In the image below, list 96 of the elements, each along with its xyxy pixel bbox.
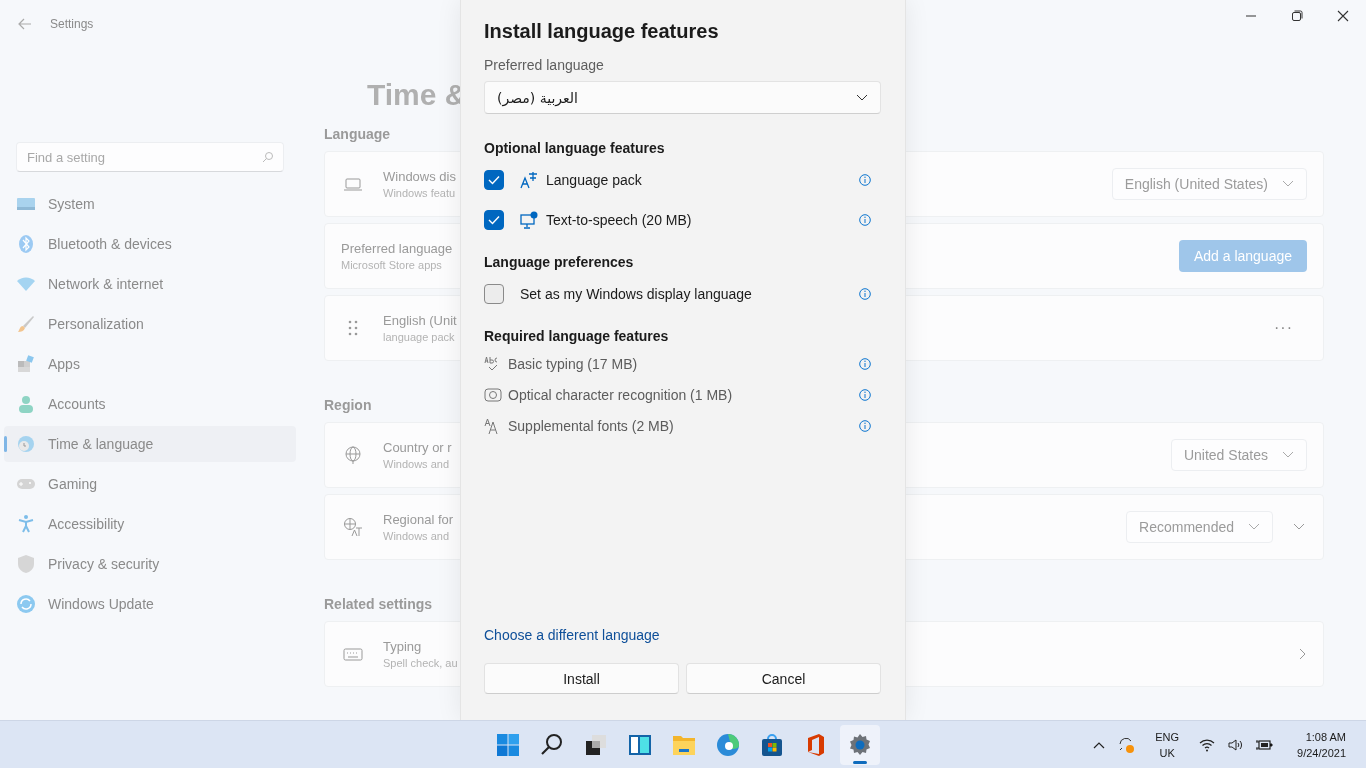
clock-globe-icon xyxy=(16,434,36,454)
info-icon[interactable] xyxy=(859,174,871,186)
apps-icon xyxy=(16,354,36,374)
sidebar-item[interactable]: Accounts xyxy=(4,386,296,422)
setting-title: Preferred language xyxy=(341,241,453,256)
section-heading: Language xyxy=(324,126,391,142)
option-label: Set as my Windows display language xyxy=(520,286,752,302)
option-label: Basic typing (17 MB) xyxy=(508,355,638,372)
setting-title: Country or r xyxy=(383,440,452,455)
chevron-down-icon xyxy=(856,93,868,102)
battery-charging-icon[interactable] xyxy=(1255,737,1274,752)
checkmark-icon xyxy=(488,215,500,225)
settings-button[interactable] xyxy=(840,724,880,765)
info-icon[interactable] xyxy=(859,214,871,226)
section-heading: Region xyxy=(324,397,372,413)
search-icon xyxy=(262,151,274,163)
clock[interactable]: 1:08 AM 9/24/2021 xyxy=(1297,728,1346,761)
setting-title: Windows dis xyxy=(383,169,456,184)
section-heading: Optional language features xyxy=(484,140,666,156)
dropdown[interactable]: English (United States) xyxy=(1111,168,1307,200)
option-label: Supplemental fonts (2 MB) xyxy=(508,417,674,434)
install-button[interactable]: Install xyxy=(484,663,679,694)
checkmark-icon xyxy=(488,175,500,185)
sidebar-item[interactable]: System xyxy=(4,186,296,222)
sidebar-item[interactable]: Time & language xyxy=(4,426,296,462)
more-options-button[interactable]: ··· xyxy=(1274,319,1293,337)
wifi-icon[interactable] xyxy=(1199,737,1216,752)
browser-logo-icon xyxy=(716,732,740,757)
person-icon xyxy=(16,394,36,414)
sidebar-item[interactable]: Gaming xyxy=(4,466,296,502)
language-dropdown[interactable]: العربية (مصر) xyxy=(484,81,881,114)
sidebar-item[interactable]: Windows Update xyxy=(4,586,296,622)
setting-description: language pack xyxy=(383,331,456,343)
brush-icon xyxy=(16,314,36,334)
setting-title: Typing xyxy=(383,639,423,654)
add-language-button[interactable]: Add a language xyxy=(1178,240,1307,272)
setting-description: Windows featu xyxy=(383,187,456,199)
close-icon[interactable] xyxy=(1337,10,1349,22)
letter-a-icon xyxy=(520,171,538,189)
choose-language-link[interactable]: Choose a different language xyxy=(484,627,660,643)
setting-description: Windows and xyxy=(383,530,451,542)
sidebar-item[interactable]: Bluetooth & devices xyxy=(4,226,296,262)
chevron-down-icon[interactable] xyxy=(1293,523,1305,531)
setting-title: English (Unit xyxy=(383,313,457,328)
option-label: Language pack xyxy=(546,172,642,188)
option-label: Optical character recognition (1 MB) xyxy=(508,386,733,403)
info-icon[interactable] xyxy=(859,357,871,370)
cancel-button[interactable]: Cancel xyxy=(686,663,881,694)
window-title: Settings xyxy=(50,17,94,31)
section-heading: Related settings xyxy=(324,596,433,612)
input-language-indicator[interactable]: ENG UK xyxy=(1155,728,1180,761)
dialog-title: Install language features xyxy=(484,20,720,43)
info-icon[interactable] xyxy=(859,388,871,401)
camera-icon xyxy=(484,385,502,404)
back-arrow-icon[interactable] xyxy=(18,18,32,30)
bluetooth-icon xyxy=(16,234,36,254)
search-field[interactable]: Find a setting xyxy=(16,142,284,172)
sidebar-item[interactable]: Personalization xyxy=(4,306,296,342)
shield-icon xyxy=(16,554,36,574)
windows-logo-icon xyxy=(496,732,520,757)
info-icon[interactable] xyxy=(859,288,871,300)
maximize-icon[interactable] xyxy=(1291,10,1303,22)
gear-icon xyxy=(848,732,872,757)
setting-title: Regional for xyxy=(383,512,454,527)
chevron-up-icon[interactable] xyxy=(1093,740,1106,749)
stacked-windows-icon xyxy=(584,732,608,757)
dropdown[interactable]: Recommended xyxy=(1126,511,1273,543)
sidebar-item[interactable]: Accessibility xyxy=(4,506,296,542)
monitor-speech-icon xyxy=(520,211,538,229)
option-label: Text-to-speech (20 MB) xyxy=(546,212,692,228)
globe-icon xyxy=(343,445,363,465)
update-icon xyxy=(16,594,36,614)
chevron-down-icon xyxy=(1248,523,1260,531)
shopping-bag-icon xyxy=(760,732,784,757)
dropdown[interactable]: United States xyxy=(1170,439,1307,471)
checkbox[interactable] xyxy=(484,210,504,230)
checkbox[interactable] xyxy=(484,170,504,190)
sidebar-item[interactable]: Privacy & security xyxy=(4,546,296,582)
info-icon[interactable] xyxy=(859,419,871,432)
sidebar-item[interactable]: Network & internet xyxy=(4,266,296,302)
setting-description: Spell check, au xyxy=(383,657,458,669)
accessibility-icon xyxy=(16,514,36,534)
sidebar-item[interactable]: Apps xyxy=(4,346,296,382)
section-heading: Required language features xyxy=(484,328,670,344)
checkbox[interactable] xyxy=(484,284,504,304)
magnifier-icon xyxy=(540,732,564,757)
section-heading: Language preferences xyxy=(484,254,635,270)
chevron-down-icon xyxy=(1282,451,1294,459)
setting-description: Microsoft Store apps xyxy=(341,259,443,271)
chevron-down-icon xyxy=(1282,180,1294,188)
panels-icon xyxy=(628,732,652,757)
setting-description: Windows and xyxy=(383,458,451,470)
speaker-icon[interactable] xyxy=(1227,737,1244,752)
field-label: Preferred language xyxy=(484,57,605,73)
chevron-right-icon[interactable] xyxy=(1299,648,1307,660)
globe-character-icon xyxy=(343,517,363,537)
